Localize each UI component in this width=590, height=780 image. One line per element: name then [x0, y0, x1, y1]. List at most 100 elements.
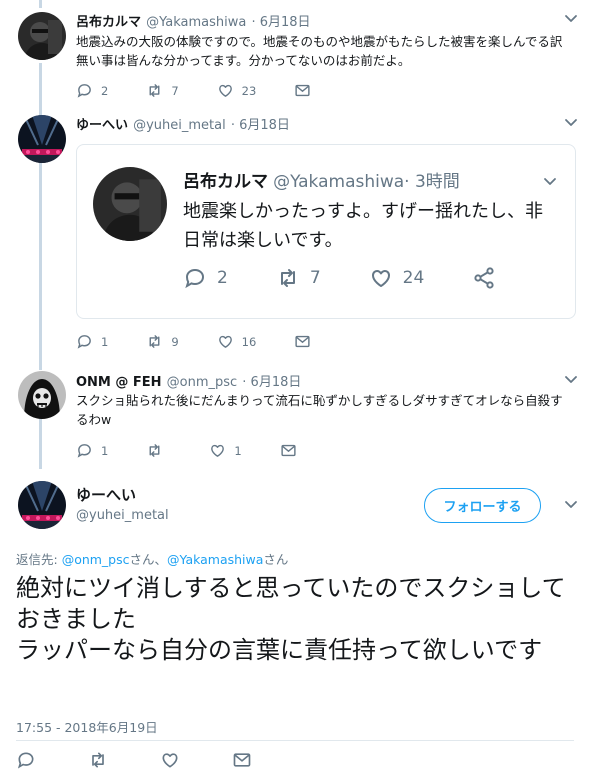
reply-button[interactable]: 1 — [76, 333, 108, 350]
retweet-count: 9 — [171, 334, 179, 349]
like-button[interactable]: 1 — [209, 442, 242, 459]
reply-icon — [76, 82, 93, 99]
chevron-down-icon[interactable] — [564, 118, 578, 128]
retweet-button[interactable] — [146, 442, 171, 459]
display-name[interactable]: 呂布カルマ — [76, 15, 141, 30]
main-tweet-text: 絶対にツイ消しすると思っていたのでスクショしておきました ラッパーなら自分の言葉… — [16, 574, 566, 664]
user-handle[interactable]: @yuhei_metal — [76, 508, 169, 523]
main-tweet-actions — [16, 750, 298, 770]
quoted-reply-count: 2 — [217, 268, 228, 288]
avatar[interactable] — [18, 12, 66, 60]
avatar[interactable] — [18, 481, 66, 529]
reply-button[interactable] — [16, 750, 44, 770]
quoted-retweet-count: 7 — [309, 268, 321, 288]
retweet-icon — [146, 333, 163, 350]
chevron-down-icon — [543, 177, 557, 187]
like-button[interactable]: 23 — [217, 82, 257, 99]
tweet-text: スクショ貼られた後にだんまりって流石に恥ずかしすぎるしダサすぎてオレなら自殺する… — [76, 393, 563, 427]
chevron-down-icon[interactable] — [564, 500, 578, 510]
thread-line — [39, 163, 42, 370]
retweet-icon — [146, 442, 163, 459]
quoted-share — [472, 266, 506, 290]
user-handle[interactable]: @yuhei_metal — [133, 118, 226, 133]
like-count: 1 — [234, 443, 242, 458]
chevron-down-icon[interactable] — [564, 14, 578, 24]
avatar[interactable] — [18, 115, 66, 163]
thread-line — [39, 63, 42, 115]
display-name[interactable]: ゆーへい — [76, 484, 136, 505]
reply-button[interactable]: 2 — [76, 82, 108, 99]
retweet-button[interactable]: 9 — [146, 333, 179, 350]
quoted-reply: 2 — [183, 266, 228, 290]
mention-link[interactable]: @onm_psc — [62, 552, 130, 567]
tweet-header: ONM @ FEH @onm_psc · 6月18日 — [76, 371, 301, 390]
reply-count: 1 — [101, 334, 109, 349]
dm-button[interactable] — [280, 442, 305, 459]
dm-icon — [232, 750, 252, 770]
quoted-tweet-actions: 2 7 24 — [183, 266, 554, 290]
retweet-icon — [88, 750, 108, 770]
like-count: 23 — [241, 83, 257, 98]
tweet-actions: 2 7 23 — [76, 82, 357, 99]
tweet-time[interactable]: · 6月18日 — [242, 375, 301, 390]
tweet-text: 地震込みの大阪の体験ですので。地震そのものや地震がもたらした被害を楽しんでる訳無… — [76, 34, 563, 68]
like-icon — [369, 266, 393, 290]
quoted-display-name: 呂布カルマ — [183, 172, 268, 192]
quoted-tweet-text: 地震楽しかったっすよ。すげー揺れたし、非日常は楽しいです。 — [183, 201, 543, 251]
avatar[interactable] — [18, 371, 66, 419]
dm-icon — [294, 82, 311, 99]
user-handle[interactable]: @Yakamashiwa — [146, 15, 246, 30]
thread-line — [39, 419, 42, 469]
retweet-button[interactable]: 7 — [146, 82, 179, 99]
tweet-header: 呂布カルマ @Yakamashiwa · 6月18日 — [76, 11, 311, 30]
quoted-user-handle: @Yakamashiwa — [273, 172, 405, 192]
reply-to-separator: さん、 — [129, 552, 168, 567]
display-name[interactable]: ゆーへい — [76, 118, 128, 133]
quoted-retweet: 7 — [276, 266, 321, 290]
reply-button[interactable]: 1 — [76, 442, 108, 459]
user-handle[interactable]: @onm_psc — [167, 375, 238, 390]
retweet-count: 7 — [171, 83, 179, 98]
dm-icon — [280, 442, 297, 459]
thread-line — [39, 0, 42, 8]
like-icon — [160, 750, 180, 770]
dm-button[interactable] — [232, 750, 260, 770]
quoted-like: 24 — [369, 266, 425, 290]
like-icon — [217, 82, 234, 99]
share-icon — [472, 266, 496, 290]
follow-button[interactable]: フォローする — [424, 488, 541, 523]
retweet-button[interactable] — [88, 750, 116, 770]
reply-icon — [183, 266, 207, 290]
like-count: 16 — [241, 334, 257, 349]
tweet-header: ゆーへい @yuhei_metal · 6月18日 — [76, 114, 290, 133]
tweet-time[interactable]: · 6月18日 — [231, 118, 290, 133]
tweet-actions: 1 1 — [76, 442, 343, 459]
like-button[interactable]: 16 — [217, 333, 257, 350]
reply-to-suffix: さん — [263, 552, 289, 567]
display-name[interactable]: ONM @ FEH — [76, 375, 162, 390]
like-icon — [217, 333, 234, 350]
retweet-icon — [146, 82, 163, 99]
reply-count: 1 — [101, 443, 109, 458]
tweet-actions: 1 9 16 — [76, 333, 357, 350]
tweet-time[interactable]: · 6月18日 — [251, 15, 310, 30]
retweet-icon — [276, 266, 300, 290]
reply-icon — [76, 333, 93, 350]
quoted-like-count: 24 — [402, 268, 425, 288]
divider — [16, 740, 574, 741]
dm-button[interactable] — [294, 333, 319, 350]
tweet-timestamp[interactable]: 17:55 - 2018年6月19日 — [16, 717, 158, 736]
reply-count: 2 — [101, 83, 109, 98]
like-button[interactable] — [160, 750, 188, 770]
dm-icon — [294, 333, 311, 350]
chevron-down-icon[interactable] — [564, 375, 578, 385]
reply-icon — [16, 750, 36, 770]
reply-to-line: 返信先: @onm_pscさん、@Yakamashiwaさん — [16, 549, 288, 568]
reply-to-prefix: 返信先: — [16, 552, 62, 567]
quoted-tweet-header: 呂布カルマ @Yakamashiwa· 3時間 — [183, 167, 460, 192]
dm-button[interactable] — [294, 82, 319, 99]
mention-link[interactable]: @Yakamashiwa — [167, 552, 263, 567]
reply-icon — [76, 442, 93, 459]
quoted-tweet-card[interactable]: 呂布カルマ @Yakamashiwa· 3時間 地震楽しかったっすよ。すげー揺れ… — [76, 144, 576, 319]
like-icon — [209, 442, 226, 459]
